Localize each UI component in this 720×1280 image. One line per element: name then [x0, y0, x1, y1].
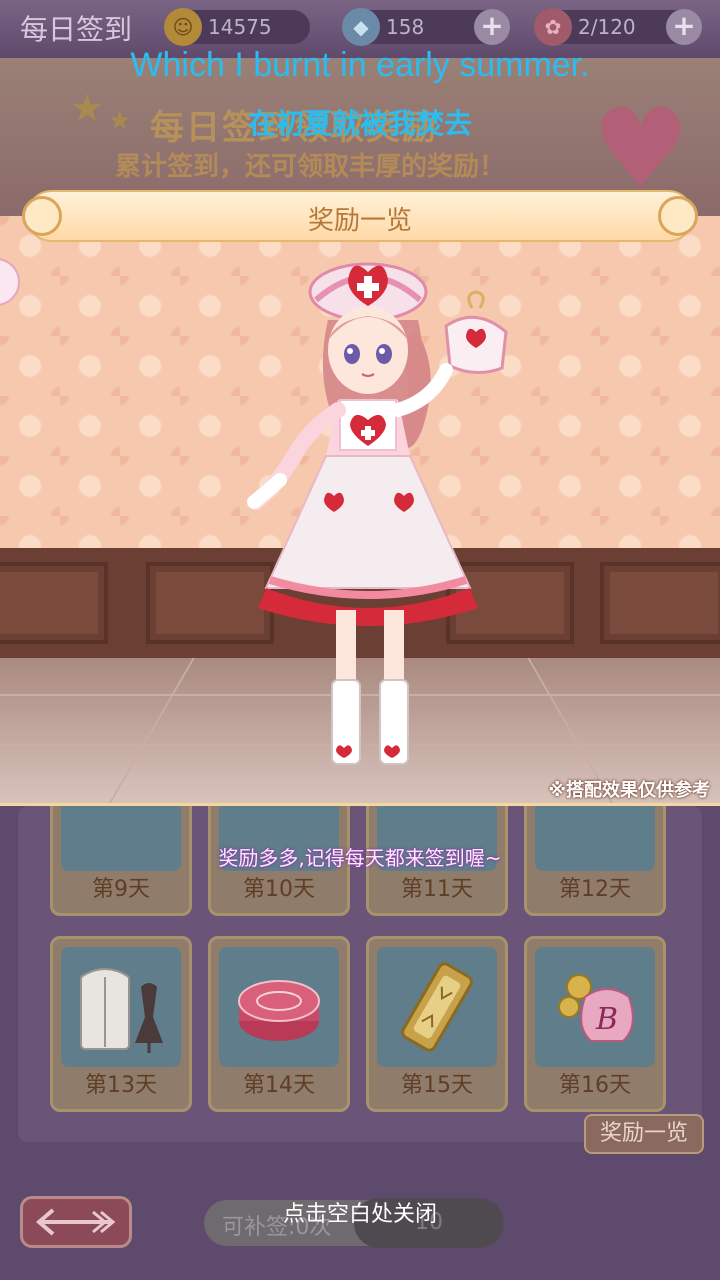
day-card-15[interactable]: 第15天	[366, 936, 508, 1112]
day-label: 第16天	[559, 1073, 631, 1098]
subtitle-english: Which I burnt in early summer.	[130, 46, 590, 84]
day-label: 第12天	[559, 877, 631, 902]
day-card-16[interactable]: B 第16天	[524, 936, 666, 1112]
coin-counter: ☺ 14575	[164, 8, 310, 46]
coin-icon: ☺	[164, 8, 202, 46]
subtitle-chinese: 在初夏就被我焚去	[247, 107, 472, 140]
svg-text:B: B	[595, 1002, 618, 1037]
tap-to-close-hint[interactable]: 点击空白处关闭	[0, 1196, 720, 1228]
preview-header: 奖励一览	[22, 190, 698, 242]
rose-counter: ✿ 2/120 +	[534, 8, 702, 46]
add-diamonds-button[interactable]: +	[474, 9, 510, 45]
macaron-icon	[238, 980, 320, 1041]
reward-overview-button[interactable]: 奖励一览	[584, 1114, 704, 1154]
rose-icon: ✿	[534, 8, 572, 46]
mirror-icon	[401, 962, 473, 1052]
coin-bag-icon: B	[558, 974, 634, 1042]
add-roses-button[interactable]: +	[666, 9, 702, 45]
day-label: 第14天	[243, 1073, 315, 1098]
diamond-counter: ◆ 158 +	[342, 8, 510, 46]
page-title: 每日签到	[20, 13, 133, 46]
banner-subtitle: 累计签到，还可领取丰厚的奖励！	[115, 152, 506, 182]
coin-value: 14575	[208, 15, 272, 39]
preview-title: 奖励一览	[307, 206, 412, 236]
diamond-icon: ◆	[342, 8, 380, 46]
day-card-14[interactable]: 第14天	[208, 936, 350, 1112]
day-label: 第10天	[243, 877, 315, 902]
preview-disclaimer: ※搭配效果仅供参考	[548, 780, 711, 801]
day-card-13[interactable]: 第13天	[50, 936, 192, 1112]
day-label: 第15天	[401, 1073, 473, 1098]
day-label: 第11天	[401, 877, 473, 902]
wardrobe-icon	[80, 968, 163, 1053]
signin-reminder: 奖励多多,记得每天都来签到喔~	[218, 846, 502, 870]
day-label: 第13天	[85, 1073, 157, 1098]
day-label: 第9天	[92, 877, 150, 902]
diamond-value: 158	[386, 15, 425, 39]
rose-value: 2/120	[578, 15, 636, 39]
nurse-outfit-character	[247, 262, 508, 765]
